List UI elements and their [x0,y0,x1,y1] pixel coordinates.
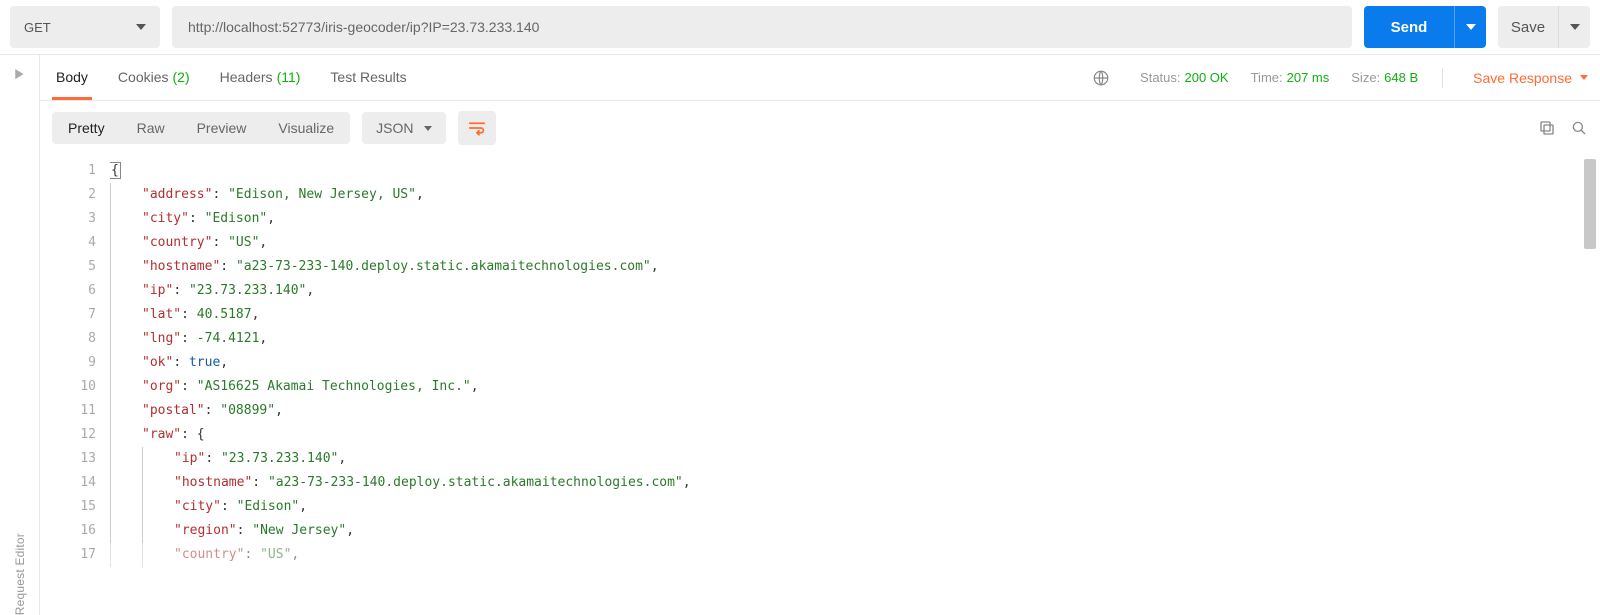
code-line: "address": "Edison, New Jersey, US", [110,183,1600,207]
http-method-value: GET [24,20,51,35]
view-raw[interactable]: Raw [121,112,181,144]
time-label: Time:207 ms [1251,70,1330,85]
size-label: Size:648 B [1351,70,1418,85]
code-line: "country": "US", [110,543,1600,567]
response-tabs: Body Cookies(2) Headers(11) Test Results [52,57,411,99]
network-icon[interactable] [1092,69,1110,87]
divider [1442,68,1443,88]
scrollbar[interactable] [1584,159,1596,611]
code-line: "lng": -74.4121, [110,327,1600,351]
code-line: "raw": { [110,423,1600,447]
code-line: "lat": 40.5187, [110,303,1600,327]
body-toolbar: Pretty Raw Preview Visualize JSON [40,101,1600,155]
code-content: {"address": "Edison, New Jersey, US","ci… [110,155,1600,615]
chevron-down-icon [1466,24,1476,30]
send-button[interactable]: Send [1364,6,1454,48]
status-label: Status:200 OK [1140,70,1229,85]
line-number-gutter: 1234567891011121314151617 [40,155,110,615]
tab-test-results[interactable]: Test Results [326,57,410,99]
url-value: http://localhost:52773/iris-geocoder/ip?… [188,19,539,35]
line-wrap-button[interactable] [458,111,496,145]
code-line: "ok": true, [110,351,1600,375]
chevron-down-icon [424,126,432,131]
response-tab-row: Body Cookies(2) Headers(11) Test Results… [40,55,1600,101]
code-line: "hostname": "a23-73-233-140.deploy.stati… [110,471,1600,495]
save-button-group: Save [1498,6,1590,48]
http-method-select[interactable]: GET [10,6,160,48]
left-gutter: ▶ Request Editor [0,55,40,615]
response-panel: Body Cookies(2) Headers(11) Test Results… [40,55,1600,615]
code-line: "country": "US", [110,231,1600,255]
vertical-label: Request Editor [13,517,27,615]
code-line: "postal": "08899", [110,399,1600,423]
chevron-down-icon [1580,75,1588,80]
copy-icon[interactable] [1538,119,1556,137]
code-line: "hostname": "a23-73-233-140.deploy.stati… [110,255,1600,279]
save-button[interactable]: Save [1498,6,1558,48]
response-status-block: Status:200 OK Time:207 ms Size:648 B [1140,70,1418,85]
tab-headers[interactable]: Headers(11) [216,57,305,99]
tab-cookies[interactable]: Cookies(2) [114,57,194,99]
code-line: "region": "New Jersey", [110,519,1600,543]
scrollbar-thumb[interactable] [1584,159,1596,249]
view-pretty[interactable]: Pretty [52,112,121,144]
view-visualize[interactable]: Visualize [262,112,350,144]
chevron-down-icon [1570,24,1580,30]
request-bar: GET http://localhost:52773/iris-geocoder… [0,0,1600,54]
response-body-viewer[interactable]: 1234567891011121314151617 {"address": "E… [40,155,1600,615]
main-area: ▶ Request Editor Body Cookies(2) Headers… [0,54,1600,615]
chevron-down-icon [136,24,146,30]
view-preview[interactable]: Preview [181,112,263,144]
code-line: "ip": "23.73.233.140", [110,279,1600,303]
view-mode-segment: Pretty Raw Preview Visualize [52,112,350,144]
code-line: "ip": "23.73.233.140", [110,447,1600,471]
send-button-group: Send [1364,6,1486,48]
send-options-button[interactable] [1454,6,1486,48]
code-line: "org": "AS16625 Akamai Technologies, Inc… [110,375,1600,399]
save-response-button[interactable]: Save Response [1473,70,1588,86]
url-input[interactable]: http://localhost:52773/iris-geocoder/ip?… [172,6,1352,48]
body-format-select[interactable]: JSON [362,112,445,144]
code-line: "city": "Edison", [110,207,1600,231]
expand-sidebar-button[interactable]: ▶ [15,66,23,82]
code-line: { [110,159,1600,183]
code-line: "city": "Edison", [110,495,1600,519]
tab-body[interactable]: Body [52,57,92,100]
search-icon[interactable] [1570,119,1588,137]
save-options-button[interactable] [1558,6,1590,48]
